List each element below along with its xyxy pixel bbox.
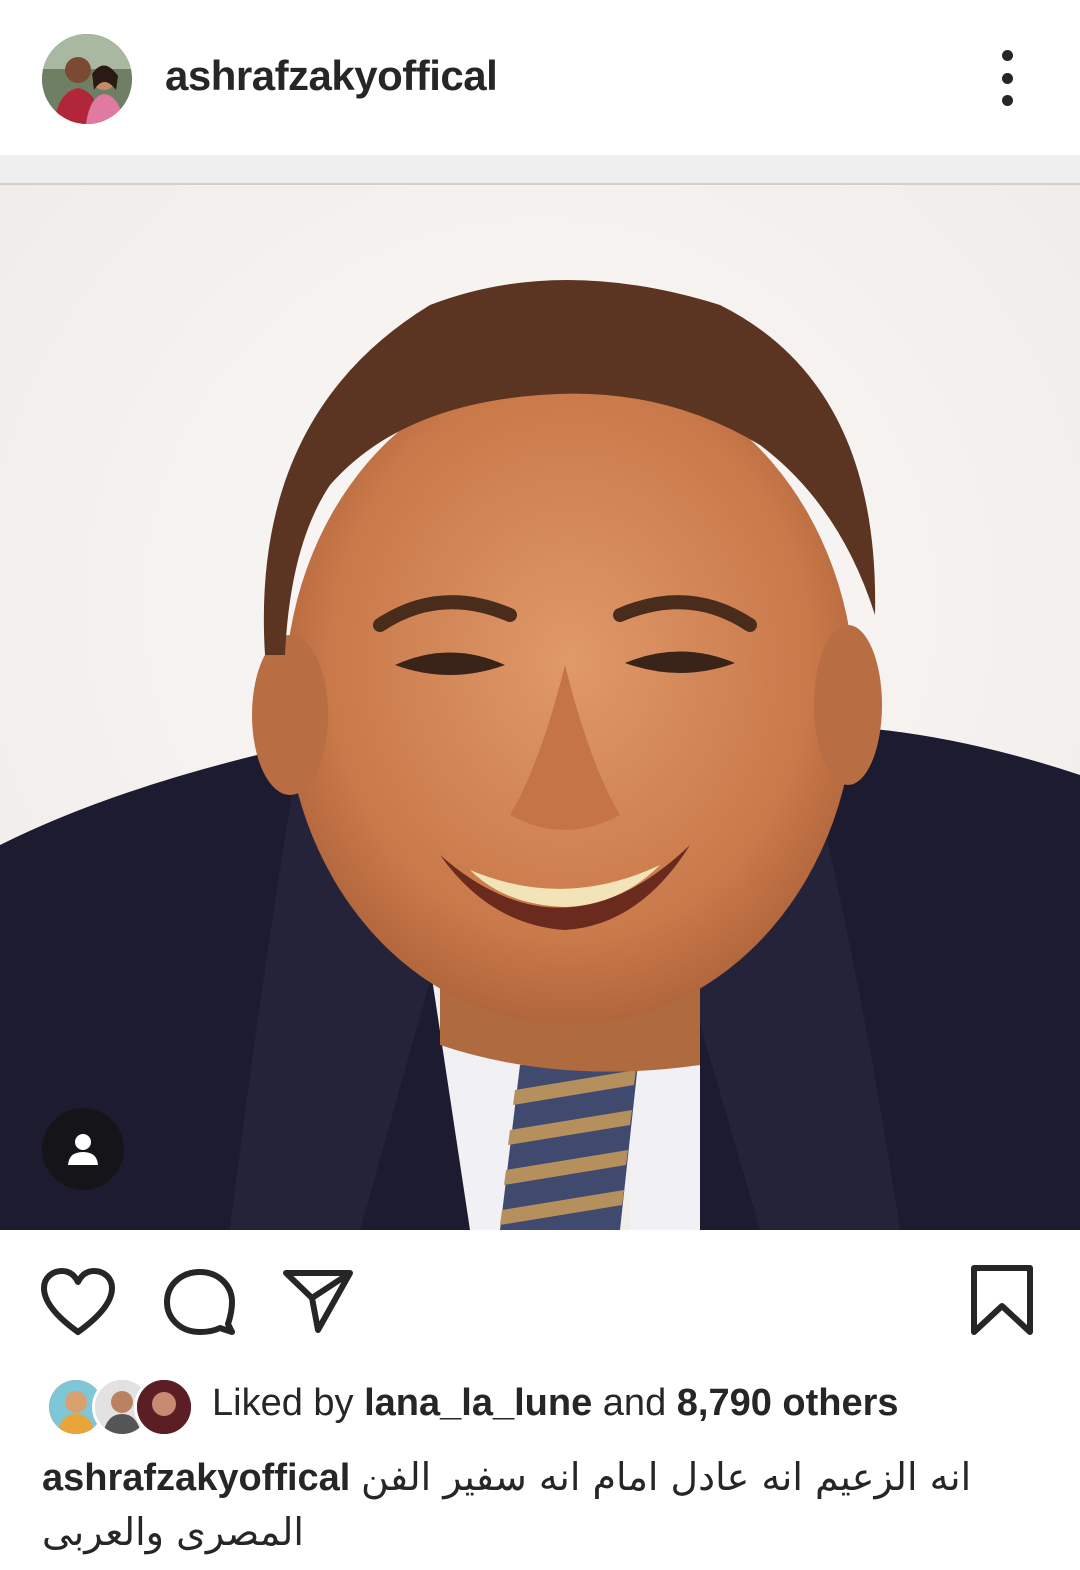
person-icon <box>68 1134 98 1165</box>
header-divider <box>0 155 1080 185</box>
user-avatar[interactable] <box>42 34 132 124</box>
like-button[interactable] <box>40 1268 116 1341</box>
liker-username[interactable]: lana_la_lune <box>364 1382 592 1424</box>
caption-text-line2: المصرى والعربى <box>42 1510 304 1554</box>
post-header: ashrafzakyoffical <box>0 0 1080 155</box>
likes-row[interactable]: Liked by lana_la_lune and 8,790 others <box>0 1370 1080 1440</box>
tagged-people-button[interactable] <box>42 1108 124 1190</box>
liker-photo <box>137 1380 191 1434</box>
more-options-button[interactable] <box>990 50 1024 106</box>
bookmark-icon <box>971 1265 1033 1335</box>
caption-username[interactable]: ashrafzakyoffical <box>42 1457 350 1499</box>
avatar-photo <box>42 34 132 124</box>
more-dot <box>1001 72 1013 84</box>
caption-text-line1: انه الزعيم انه عادل امام انه سفير الفن <box>360 1455 972 1499</box>
post-username[interactable]: ashrafzakyoffical <box>165 52 498 100</box>
share-button[interactable] <box>282 1268 354 1339</box>
send-icon <box>283 1270 353 1333</box>
likes-prefix: Liked by <box>212 1382 354 1424</box>
likes-summary: Liked by lana_la_lune and 8,790 others <box>212 1382 899 1425</box>
comment-button[interactable] <box>162 1268 236 1341</box>
portrait-illustration <box>0 185 1080 1230</box>
save-button[interactable] <box>970 1264 1034 1341</box>
comment-icon <box>164 1269 235 1335</box>
likes-count[interactable]: 8,790 others <box>677 1382 899 1424</box>
more-dot <box>1001 95 1013 106</box>
post-caption: ashrafzakyoffical انه الزعيم انه عادل ام… <box>42 1450 1042 1560</box>
liker-avatar <box>134 1377 194 1437</box>
post-image[interactable] <box>0 185 1080 1230</box>
likes-conj: and <box>602 1382 667 1424</box>
heart-icon <box>41 1268 115 1335</box>
action-bar <box>0 1230 1080 1360</box>
more-vertical-icon <box>1001 50 1013 61</box>
